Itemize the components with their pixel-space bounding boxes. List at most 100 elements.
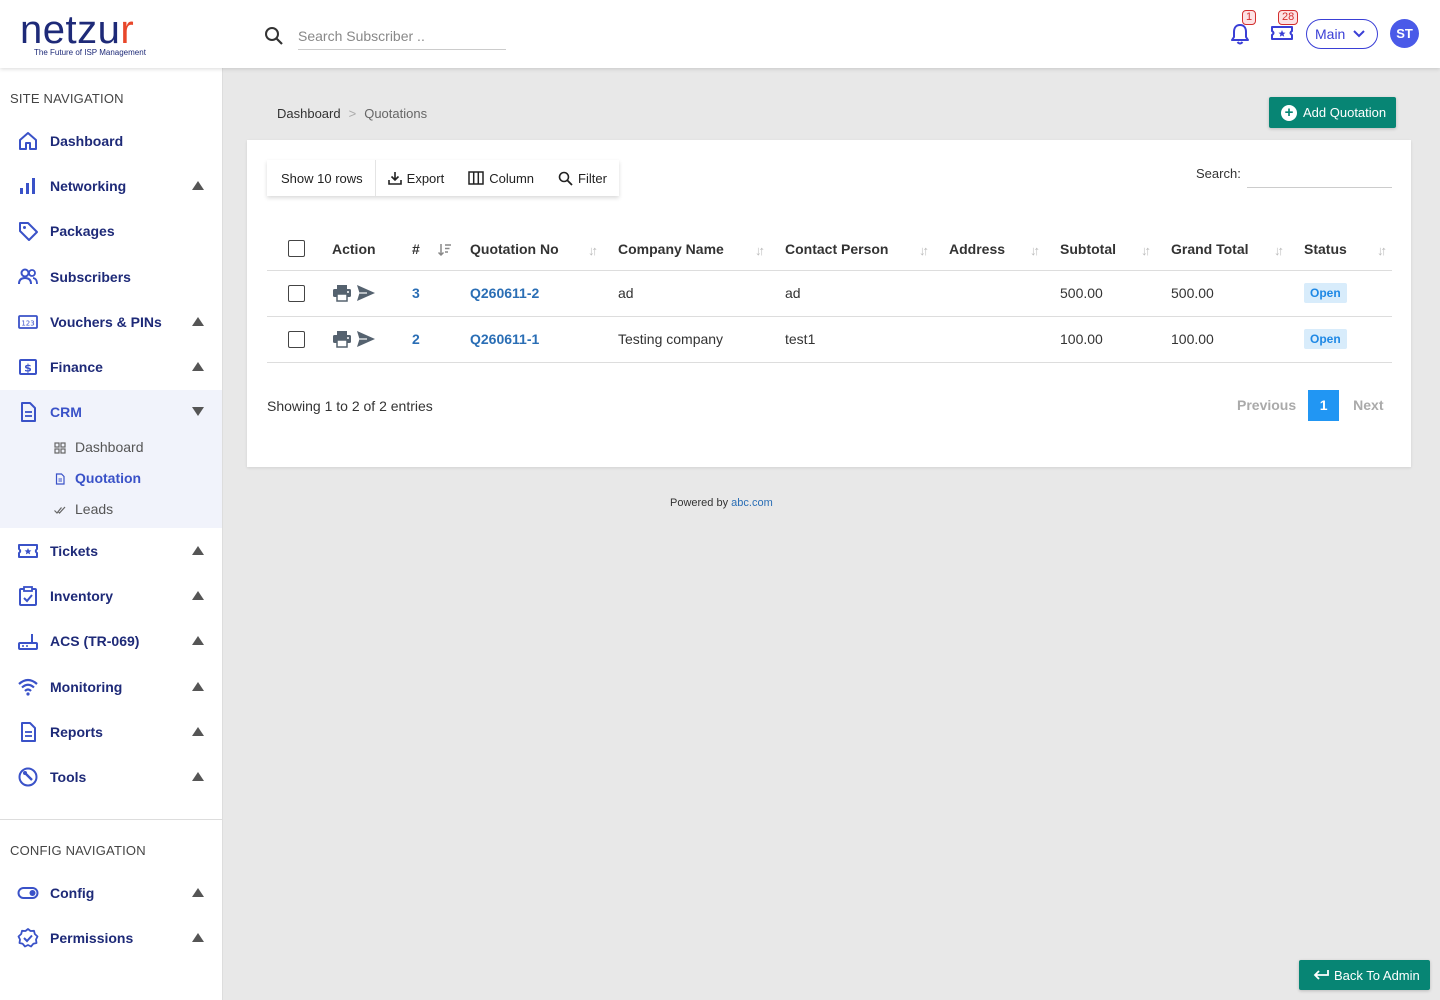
- add-quotation-button[interactable]: + Add Quotation: [1269, 97, 1396, 128]
- row-number[interactable]: 2: [412, 316, 470, 363]
- quotation-no-link[interactable]: Q260611-2: [470, 285, 539, 301]
- sidebar-item-networking[interactable]: Networking: [0, 166, 222, 206]
- sidebar-item-tickets[interactable]: Tickets: [0, 531, 222, 571]
- bell-icon: [1231, 24, 1249, 45]
- sort-both-icon: ↓↑: [919, 243, 929, 258]
- caret-up-icon: [192, 682, 204, 691]
- filter-button[interactable]: Filter: [546, 160, 619, 196]
- row-select-cell: [267, 270, 332, 317]
- header-contact-person[interactable]: Contact Person ↓↑: [785, 228, 949, 271]
- header-number[interactable]: #: [412, 228, 470, 271]
- sidebar-item-label: Tickets: [50, 543, 98, 559]
- send-icon[interactable]: [356, 284, 376, 302]
- sidebar-item-vouchers[interactable]: 123 Vouchers & PINs: [0, 302, 222, 342]
- pagination-previous[interactable]: Previous: [1237, 397, 1296, 413]
- entries-summary: Showing 1 to 2 of 2 entries: [267, 398, 433, 414]
- sidebar-item-label: Inventory: [50, 588, 114, 604]
- send-icon[interactable]: [356, 330, 376, 348]
- footer-link[interactable]: abc.com: [731, 497, 773, 509]
- row-checkbox[interactable]: [288, 330, 305, 348]
- rows-per-page-button[interactable]: Show 10 rows: [267, 160, 376, 196]
- sidebar-item-finance[interactable]: $ Finance: [0, 347, 222, 387]
- pagination-page-current[interactable]: 1: [1308, 389, 1340, 421]
- header-label: Subtotal: [1060, 240, 1116, 257]
- caret-up-icon: [192, 591, 204, 600]
- sidebar-item-config[interactable]: Config: [0, 873, 222, 913]
- config-navigation-title: CONFIG NAVIGATION: [10, 843, 146, 858]
- sidebar-item-permissions[interactable]: Permissions: [0, 918, 222, 958]
- caret-up-icon: [192, 636, 204, 645]
- top-header: netzur The Future of ISP Management 1 28…: [0, 0, 1440, 68]
- wifi-icon: [18, 678, 38, 696]
- footer-text: Powered by: [670, 497, 729, 509]
- caret-up-icon: [192, 933, 204, 942]
- sidebar-item-crm[interactable]: CRM: [0, 392, 222, 432]
- back-to-admin-button[interactable]: Back To Admin: [1299, 960, 1430, 990]
- crm-sub-label: Dashboard: [75, 439, 144, 455]
- header-status[interactable]: Status ↓↑: [1304, 228, 1392, 271]
- header-grand-total[interactable]: Grand Total ↓↑: [1171, 228, 1304, 271]
- header-label: Action: [332, 240, 376, 257]
- contact-cell: test1: [785, 316, 949, 363]
- table-search-input[interactable]: [1247, 158, 1392, 188]
- site-navigation-title: SITE NAVIGATION: [10, 91, 124, 106]
- crm-sub-label: Quotation: [75, 470, 142, 486]
- caret-up-icon: [192, 772, 204, 781]
- row-number[interactable]: 3: [412, 270, 470, 317]
- export-button[interactable]: Export: [376, 160, 457, 196]
- header-quotation-no[interactable]: Quotation No ↓↑: [470, 228, 618, 271]
- quotation-no-cell: Q260611-1: [470, 316, 618, 363]
- pagination-next[interactable]: Next: [1353, 397, 1383, 413]
- workspace-select[interactable]: Main: [1306, 19, 1378, 49]
- sidebar-item-subscribers[interactable]: Subscribers: [0, 257, 222, 297]
- svg-text:123: 123: [21, 320, 34, 328]
- breadcrumb-separator: >: [348, 106, 357, 121]
- print-icon[interactable]: [332, 284, 352, 302]
- sidebar-item-label: Packages: [50, 223, 115, 239]
- sidebar-item-acs[interactable]: ACS (TR-069): [0, 621, 222, 661]
- sidebar-item-packages[interactable]: Packages: [0, 211, 222, 251]
- sidebar-item-dashboard[interactable]: Dashboard: [0, 121, 222, 161]
- header-company-name[interactable]: Company Name ↓↑: [618, 228, 785, 271]
- brand-logo[interactable]: netzur The Future of ISP Management: [20, 10, 146, 57]
- subscriber-search-input[interactable]: [298, 22, 506, 50]
- toggle-icon: [17, 887, 39, 899]
- quotation-no-cell: Q260611-2: [470, 270, 618, 317]
- sidebar: SITE NAVIGATION Dashboard Networking Pac…: [0, 68, 223, 1000]
- users-icon: [18, 268, 38, 285]
- back-to-admin-label: Back To Admin: [1334, 967, 1420, 983]
- quotation-no-link[interactable]: Q260611-1: [470, 331, 539, 347]
- document-icon: [21, 402, 36, 422]
- sidebar-item-inventory[interactable]: Inventory: [0, 576, 222, 616]
- return-arrow-icon: [1313, 970, 1329, 980]
- row-checkbox[interactable]: [288, 284, 305, 302]
- column-button[interactable]: Column: [456, 160, 546, 196]
- sidebar-item-tools[interactable]: Tools: [0, 757, 222, 797]
- header-subtotal[interactable]: Subtotal ↓↑: [1060, 228, 1171, 271]
- user-avatar[interactable]: ST: [1390, 19, 1419, 48]
- sidebar-item-reports[interactable]: Reports: [0, 712, 222, 752]
- columns-icon: [468, 171, 484, 185]
- breadcrumb-root[interactable]: Dashboard: [277, 106, 341, 121]
- row-number-link[interactable]: 2: [412, 331, 420, 347]
- tag-icon: [19, 222, 38, 241]
- footer: Powered by abc.com: [670, 497, 773, 509]
- quotations-table: Action # Quotation No ↓↑ Company Name ↓↑ C…: [267, 228, 1392, 363]
- tickets-button[interactable]: 28: [1270, 10, 1299, 49]
- sidebar-item-monitoring[interactable]: Monitoring: [0, 667, 222, 707]
- print-icon[interactable]: [332, 330, 352, 348]
- report-icon: [21, 722, 36, 742]
- sidebar-item-label: Reports: [50, 724, 103, 740]
- sort-both-icon: ↓↑: [1377, 243, 1387, 258]
- header-label: Company Name: [618, 240, 724, 257]
- router-icon: [18, 634, 38, 650]
- select-all-checkbox[interactable]: [288, 240, 305, 258]
- workspace-select-value: Main: [1315, 26, 1346, 42]
- breadcrumb-current: Quotations: [364, 106, 428, 121]
- header-address[interactable]: Address ↓↑: [949, 228, 1060, 271]
- row-number-link[interactable]: 3: [412, 285, 420, 301]
- header-action[interactable]: Action: [332, 228, 412, 271]
- notifications-button[interactable]: 1: [1229, 10, 1257, 51]
- brand-wordmark: netzur: [20, 8, 135, 52]
- action-cell: [332, 316, 412, 363]
